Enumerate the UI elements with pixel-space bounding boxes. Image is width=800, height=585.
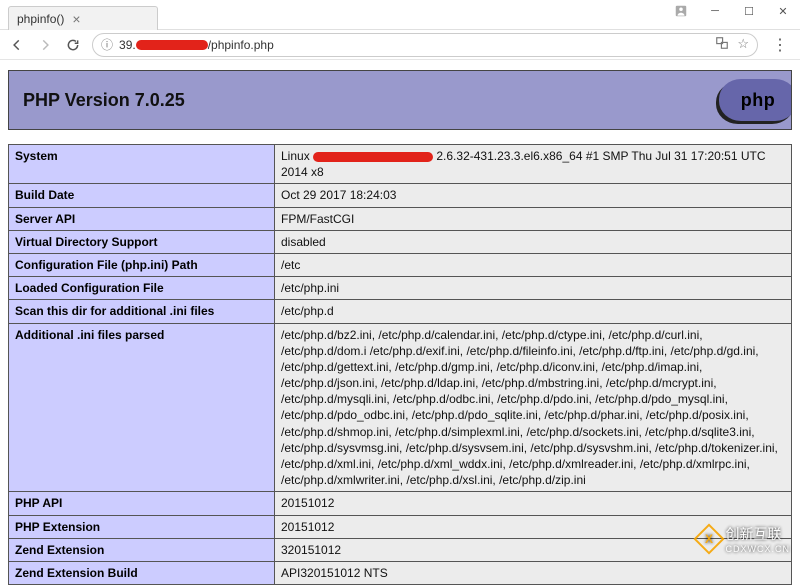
- table-row: Loaded Configuration File/etc/php.ini: [9, 277, 792, 300]
- value-cell: API320151012 NTS: [275, 561, 792, 584]
- key-cell: System: [9, 145, 275, 184]
- phpinfo-table: System Linux 2.6.32-431.23.3.el6.x86_64 …: [8, 144, 792, 585]
- page-title: PHP Version 7.0.25: [23, 90, 185, 111]
- translate-icon[interactable]: [715, 36, 729, 53]
- address-bar[interactable]: ⓘ 39. /phpinfo.php ☆: [92, 33, 758, 57]
- table-row: Additional .ini files parsed/etc/php.d/b…: [9, 323, 792, 492]
- url-redaction: [136, 40, 208, 50]
- table-row: Zend Extension BuildAPI320151012 NTS: [9, 561, 792, 584]
- key-cell: Server API: [9, 207, 275, 230]
- phpinfo-header: PHP Version 7.0.25 php: [8, 70, 792, 130]
- page-content: PHP Version 7.0.25 php System Linux 2.6.…: [0, 60, 800, 585]
- key-cell: Zend Extension: [9, 538, 275, 561]
- window-titlebar: phpinfo() × ─ ☐ ✕: [0, 0, 800, 30]
- table-row: Build DateOct 29 2017 18:24:03: [9, 184, 792, 207]
- table-row: Zend Extension320151012: [9, 538, 792, 561]
- table-row: System Linux 2.6.32-431.23.3.el6.x86_64 …: [9, 145, 792, 184]
- browser-tab[interactable]: phpinfo() ×: [8, 6, 158, 30]
- profile-icon[interactable]: [668, 0, 694, 22]
- browser-toolbar: ⓘ 39. /phpinfo.php ☆ ⋮: [0, 30, 800, 60]
- close-button[interactable]: ✕: [766, 0, 800, 22]
- redaction: [313, 152, 433, 162]
- key-cell: Additional .ini files parsed: [9, 323, 275, 492]
- menu-button[interactable]: ⋮: [768, 35, 792, 55]
- table-row: Virtual Directory Supportdisabled: [9, 230, 792, 253]
- key-cell: Configuration File (php.ini) Path: [9, 253, 275, 276]
- url-prefix: 39.: [119, 38, 136, 52]
- minimize-button[interactable]: ─: [698, 0, 732, 22]
- value-cell: /etc/php.d/bz2.ini, /etc/php.d/calendar.…: [275, 323, 792, 492]
- maximize-button[interactable]: ☐: [732, 0, 766, 22]
- tabs-region: phpinfo() ×: [0, 0, 668, 30]
- url-suffix: /phpinfo.php: [208, 38, 274, 52]
- value-cell: 20151012: [275, 492, 792, 515]
- value-cell: Linux 2.6.32-431.23.3.el6.x86_64 #1 SMP …: [275, 145, 792, 184]
- key-cell: PHP Extension: [9, 515, 275, 538]
- value-cell: /etc: [275, 253, 792, 276]
- php-logo: php: [719, 79, 792, 121]
- table-row: Configuration File (php.ini) Path/etc: [9, 253, 792, 276]
- value-cell: 320151012: [275, 538, 792, 561]
- value-cell: /etc/php.d: [275, 300, 792, 323]
- value-cell: 20151012: [275, 515, 792, 538]
- value-cell: Oct 29 2017 18:24:03: [275, 184, 792, 207]
- key-cell: Build Date: [9, 184, 275, 207]
- value-cell: FPM/FastCGI: [275, 207, 792, 230]
- table-row: Scan this dir for additional .ini files/…: [9, 300, 792, 323]
- tab-title: phpinfo(): [17, 12, 64, 26]
- key-cell: Scan this dir for additional .ini files: [9, 300, 275, 323]
- window-controls: ─ ☐ ✕: [668, 0, 800, 22]
- address-right: ☆: [715, 36, 749, 53]
- key-cell: Zend Extension Build: [9, 561, 275, 584]
- close-icon[interactable]: ×: [72, 11, 80, 27]
- value-cell: disabled: [275, 230, 792, 253]
- key-cell: Virtual Directory Support: [9, 230, 275, 253]
- reload-button[interactable]: [64, 36, 82, 54]
- key-cell: PHP API: [9, 492, 275, 515]
- value-cell: /etc/php.ini: [275, 277, 792, 300]
- url-text: 39. /phpinfo.php: [119, 38, 274, 52]
- bookmark-icon[interactable]: ☆: [737, 36, 749, 53]
- table-row: PHP Extension20151012: [9, 515, 792, 538]
- info-icon[interactable]: ⓘ: [101, 36, 113, 53]
- key-cell: Loaded Configuration File: [9, 277, 275, 300]
- table-row: Server APIFPM/FastCGI: [9, 207, 792, 230]
- table-row: PHP API20151012: [9, 492, 792, 515]
- back-button[interactable]: [8, 36, 26, 54]
- forward-button[interactable]: [36, 36, 54, 54]
